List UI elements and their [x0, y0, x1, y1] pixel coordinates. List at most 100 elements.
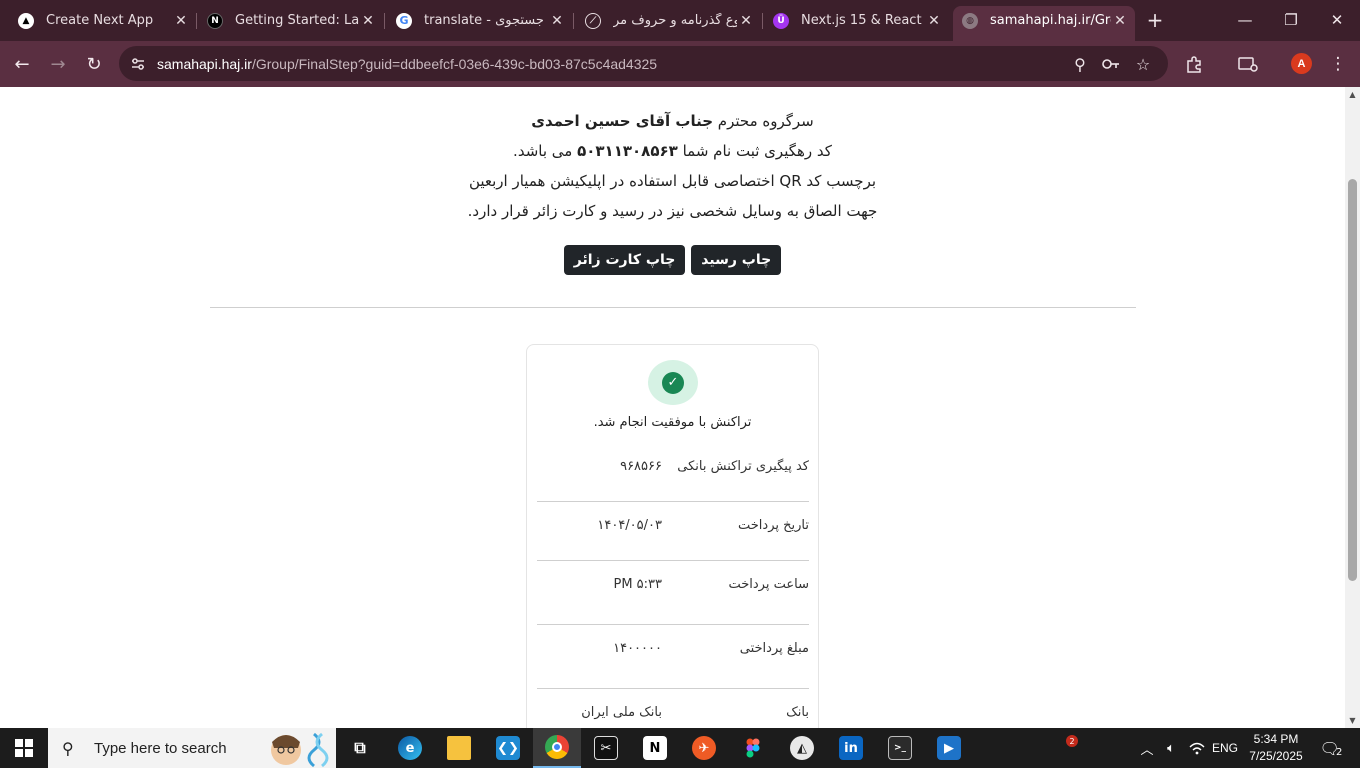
close-icon[interactable]: ✕: [737, 12, 755, 30]
tab-strip: ▲ Create Next App ✕ N Getting Started: L…: [0, 0, 1360, 41]
language-indicator[interactable]: ENG: [1209, 728, 1241, 768]
reload-button[interactable]: ↻: [81, 51, 107, 77]
taskbar: ⚲ Type here to search ⧉ e ❮❯ ✂ N ✈ ◭ in …: [0, 728, 1360, 768]
figma-app[interactable]: [729, 728, 777, 768]
scroll-thumb[interactable]: [1348, 179, 1357, 581]
print-pilgrim-card-button[interactable]: چاپ کارت زائر: [563, 245, 686, 275]
row-value: PM ۵:۳۳: [613, 577, 662, 592]
close-icon[interactable]: ✕: [548, 12, 566, 30]
menu-kebab-icon[interactable]: ⋮: [1325, 51, 1351, 77]
vscode-app[interactable]: ❮❯: [484, 728, 532, 768]
chrome-icon: [545, 735, 569, 759]
minimize-button[interactable]: —: [1222, 8, 1268, 32]
tab-passport-type[interactable]: ⟋ نوع گذرنامه و حروف مر ✕: [585, 6, 755, 35]
site-settings-icon[interactable]: [127, 53, 149, 75]
tracking-line: کد رهگیری ثبت نام شما ۵۰۳۱۱۳۰۸۵۶۳ می باش…: [0, 142, 1345, 160]
forward-button[interactable]: →: [45, 51, 71, 77]
notification-center-count: 2: [1335, 746, 1343, 758]
location-icon[interactable]: ⚲: [1069, 53, 1091, 75]
address-bar[interactable]: samahapi.haj.ir/Group/FinalStep?guid=ddb…: [119, 46, 1168, 81]
tab-title: Next.js 15 & React - Th: [801, 13, 925, 28]
chrome-app[interactable]: [533, 728, 581, 768]
tab-title: Getting Started: Layou: [235, 13, 359, 28]
receipt-row: بانک بانک ملی ایران: [537, 705, 809, 727]
row-value: بانک ملی ایران: [581, 705, 662, 720]
taskbar-search[interactable]: ⚲ Type here to search: [48, 728, 336, 768]
receipt-row: کد پیگیری تراکنش بانکی ۹۶۸۵۶۶: [537, 459, 809, 481]
row-label: مبلغ پرداختی: [739, 641, 809, 656]
volume-icon[interactable]: 🔈︎: [1159, 728, 1183, 768]
print-receipt-button[interactable]: چاپ رسید: [691, 245, 782, 275]
leader-name: جناب آقای حسین احمدی: [531, 112, 714, 130]
password-key-icon[interactable]: [1100, 53, 1122, 75]
url-path: /Group/FinalStep?guid=ddbeefcf-03e6-439c…: [251, 55, 658, 72]
close-icon[interactable]: ✕: [1111, 12, 1129, 30]
inkscape-app[interactable]: ◭: [778, 728, 826, 768]
success-badge: ✓: [648, 360, 698, 405]
udemy-icon: Ü: [773, 12, 789, 29]
extensions-icon[interactable]: [1181, 51, 1207, 77]
receipt-row: ساعت پرداخت PM ۵:۳۳: [537, 577, 809, 599]
close-icon[interactable]: ✕: [925, 12, 943, 30]
start-button[interactable]: [0, 728, 48, 768]
vscode-icon: ❮❯: [496, 736, 520, 760]
page-content: سرگروه محترم جناب آقای حسین احمدی کد رهگ…: [0, 87, 1345, 728]
tab-samahapi[interactable]: ◍ samahapi.haj.ir/Group ✕: [953, 6, 1135, 41]
greeting-prefix: سرگروه محترم: [717, 112, 814, 130]
edge-app[interactable]: e: [386, 728, 434, 768]
file-explorer-app[interactable]: [435, 728, 483, 768]
notion-icon: N: [643, 736, 667, 760]
search-icon: ⚲: [62, 738, 74, 758]
row-value: ۱۴۰۴/۰۵/۰۳: [597, 518, 662, 533]
show-hidden-icons[interactable]: ︿: [1136, 728, 1158, 768]
scroll-down-arrow-icon[interactable]: ▼: [1345, 713, 1360, 728]
tab-getting-started[interactable]: N Getting Started: Layou ✕: [207, 6, 377, 35]
media-player-app[interactable]: ▶: [925, 728, 973, 768]
browser-toolbar: ← → ↻ samahapi.haj.ir/Group/FinalStep?gu…: [0, 41, 1360, 87]
close-icon[interactable]: ✕: [172, 12, 190, 30]
url-text: samahapi.haj.ir/Group/FinalStep?guid=ddb…: [157, 56, 657, 72]
row-label: ساعت پرداخت: [728, 577, 809, 592]
tab-title: samahapi.haj.ir/Group: [990, 13, 1111, 28]
scroll-up-arrow-icon[interactable]: ▲: [1345, 87, 1360, 102]
new-tab-button[interactable]: +: [1144, 8, 1166, 32]
tab-translate[interactable]: G translate - جستجوی Go ✕: [396, 6, 566, 35]
cast-media-icon[interactable]: [1235, 51, 1261, 77]
back-button[interactable]: ←: [9, 51, 35, 77]
inkscape-icon: ◭: [790, 736, 814, 760]
notion-app[interactable]: N: [631, 728, 679, 768]
tab-create-next-app[interactable]: ▲ Create Next App ✕: [18, 6, 190, 35]
terminal-app[interactable]: >_: [876, 728, 924, 768]
task-view-icon: ⧉: [354, 738, 366, 757]
terminal-icon: >_: [888, 736, 912, 760]
page-scrollbar[interactable]: ▲ ▼: [1345, 87, 1360, 728]
edge-icon: e: [398, 736, 422, 760]
bookmark-star-icon[interactable]: ☆: [1132, 53, 1154, 75]
capcut-app[interactable]: ✂: [582, 728, 630, 768]
task-view-button[interactable]: ⧉: [336, 728, 384, 768]
tab-nextjs-course[interactable]: Ü Next.js 15 & React - Th ✕: [773, 6, 943, 35]
restore-button[interactable]: ❐: [1268, 8, 1314, 32]
profile-avatar[interactable]: A: [1291, 53, 1312, 74]
close-window-button[interactable]: ✕: [1314, 8, 1360, 32]
tab-title: translate - جستجوی Go: [424, 13, 548, 28]
vercel-icon: ▲: [18, 12, 34, 29]
url-host: samahapi.haj.ir: [157, 55, 252, 72]
notification-count-badge: 2: [1066, 735, 1078, 747]
tracking-code: ۵۰۳۱۱۳۰۸۵۶۳: [577, 142, 678, 160]
system-clock[interactable]: 5:34 PM 7/25/2025: [1244, 731, 1308, 765]
row-divider: [537, 501, 809, 502]
linkedin-app[interactable]: in: [827, 728, 875, 768]
network-icon[interactable]: [1185, 728, 1209, 768]
row-divider: [537, 560, 809, 561]
success-message: تراکنش با موفقیت انجام شد.: [593, 415, 752, 430]
tab-title: نوع گذرنامه و حروف مر: [613, 13, 737, 28]
postman-app[interactable]: ✈: [680, 728, 728, 768]
greeting-line: سرگروه محترم جناب آقای حسین احمدی: [0, 112, 1345, 130]
qr-info-line-2: جهت الصاق به وسایل شخصی نیز در رسید و کا…: [467, 202, 878, 220]
receipt-row: تاریخ پرداخت ۱۴۰۴/۰۵/۰۳: [537, 518, 809, 540]
notification-center-button[interactable]: 🗨︎ 2: [1314, 728, 1348, 768]
qr-info-line: برچسب کد QR اختصاصی قابل استفاده در اپلی…: [468, 172, 877, 190]
close-icon[interactable]: ✕: [359, 12, 377, 30]
tracking-suffix: می باشد.: [513, 142, 573, 160]
